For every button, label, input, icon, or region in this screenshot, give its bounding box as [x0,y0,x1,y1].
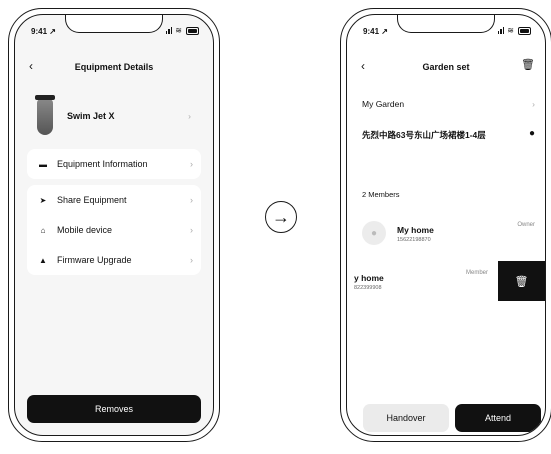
member-role: Owner [517,222,535,228]
chevron-right-icon: › [532,99,535,109]
menu-item-firmware-upgrade[interactable]: ▲ Firmware Upgrade › [27,245,201,275]
member-name: y home [354,273,384,283]
menu-item-equipment-information[interactable]: ▬ Equipment Information › [27,149,201,179]
signal-icon [165,27,173,34]
equipment-details-screen: 9:41 ↗ ≋ ‹ Equipment Details Swim Jet X … [14,14,214,436]
members-count: 2 Members [362,190,400,199]
wifi-icon: ≋ [507,26,515,35]
location-icon[interactable]: ● [529,128,535,139]
member-role: Member [466,270,489,276]
chevron-right-icon: › [190,225,193,235]
device-card[interactable]: Swim Jet X › [27,93,201,143]
notch [65,15,163,33]
battery-icon [186,26,199,35]
garden-name[interactable]: My Garden [362,99,404,109]
battery-icon [518,26,531,35]
status-time: 9:41 ↗ [31,27,56,36]
wifi-icon: ≋ [175,26,183,35]
menu-item-share-equipment[interactable]: ➤ Share Equipment › [27,185,201,215]
menu-item-label: Equipment Information [57,159,148,169]
card-icon: ▬ [39,159,47,169]
menu-item-label: Mobile device [57,225,113,235]
notch [397,15,495,33]
arrow-right-icon: → [265,201,297,233]
menu-item-mobile-device[interactable]: ⌂ Mobile device › [27,215,201,245]
member-name: My home [397,225,434,235]
menu-item-label: Firmware Upgrade [57,255,132,265]
chevron-right-icon: › [190,159,193,169]
remove-button[interactable]: Removes [27,395,201,423]
delete-member-button[interactable]: 🗑 [498,261,545,301]
avatar-icon: ● [362,221,386,245]
send-icon: ➤ [39,195,47,205]
member-phone: 15622198870 [397,237,431,243]
chevron-right-icon: › [190,195,193,205]
chevron-right-icon: › [190,255,193,265]
member-phone: 822399908 [354,285,382,291]
status-icons: ≋ [165,26,199,35]
device-name: Swim Jet X [67,111,115,121]
device-image [35,95,55,135]
info-card: ▬ Equipment Information › [27,149,201,179]
status-time: 9:41 ↗ [363,27,388,36]
trash-icon: 🗑 [514,275,529,288]
phone-frame-left: 9:41 ↗ ≋ ‹ Equipment Details Swim Jet X … [8,8,220,442]
page-title: Garden set [422,62,470,72]
phone-frame-right: 9:41 ↗ ≋ ‹ Garden set 🗑 My Garden › 先烈中路… [340,8,551,442]
signal-icon [497,27,505,34]
status-icons: ≋ [497,26,531,35]
upload-icon: ▲ [39,255,47,265]
chevron-right-icon: › [188,111,191,121]
trash-icon[interactable]: 🗑 [521,58,535,71]
home-icon: ⌂ [40,225,46,235]
handover-button[interactable]: Handover [363,404,449,432]
garden-set-screen: 9:41 ↗ ≋ ‹ Garden set 🗑 My Garden › 先烈中路… [346,14,546,436]
attend-button[interactable]: Attend [455,404,541,432]
garden-address: 先烈中路63号东山广场裙楼1-4层 [362,130,486,140]
menu-item-label: Share Equipment [57,195,127,205]
actions-card: ➤ Share Equipment › ⌂ Mobile device › ▲ … [27,185,201,275]
page-title: Equipment Details [74,62,154,72]
